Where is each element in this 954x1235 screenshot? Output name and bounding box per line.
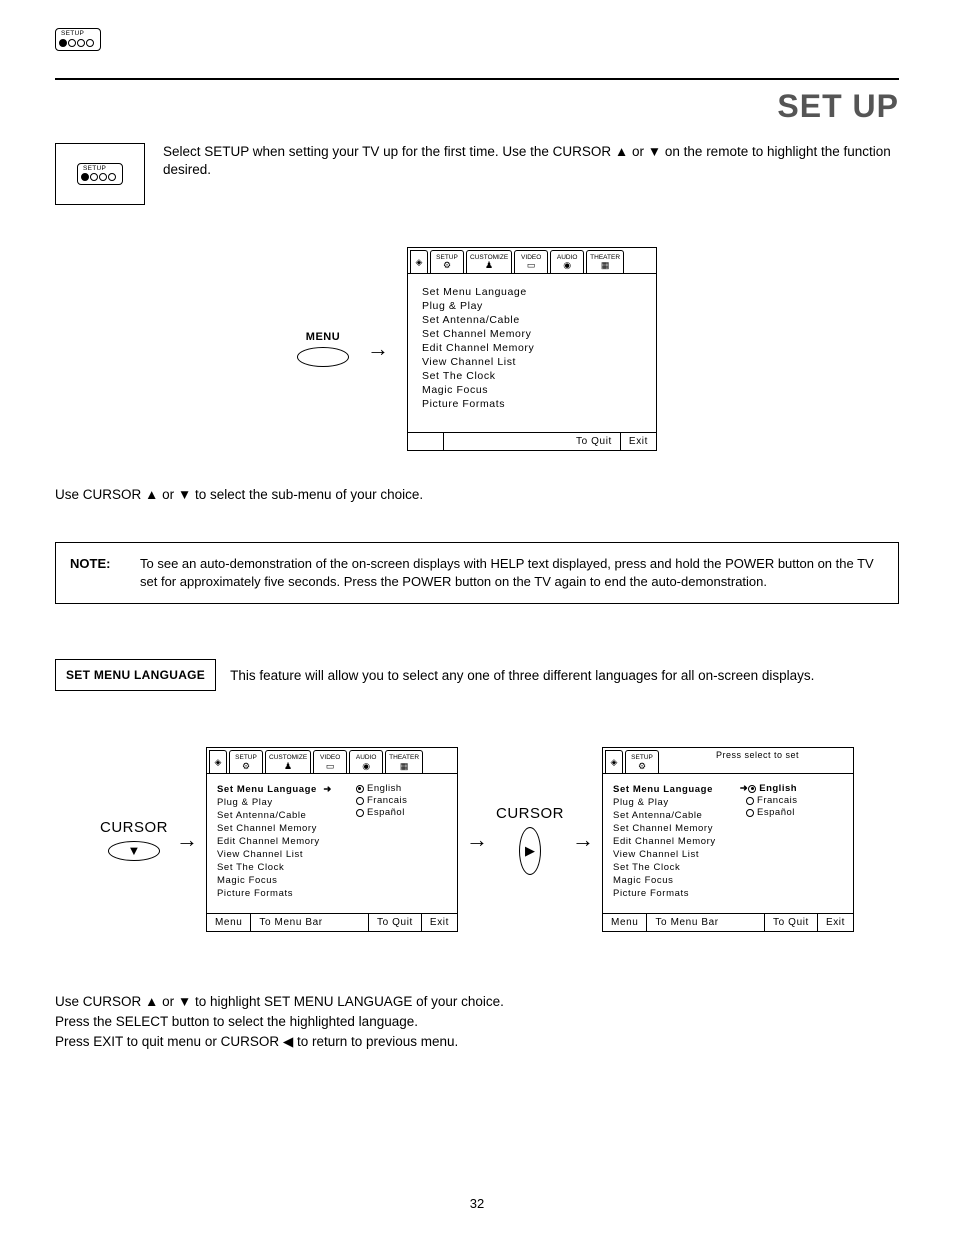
note-label: NOTE: (70, 555, 120, 591)
cursor-down-button: ▼ (108, 841, 160, 861)
section-text: This feature will allow you to select an… (230, 668, 814, 683)
osd-lang-2: ◈ SETUP⚙ Press select to set Set Menu La… (602, 747, 854, 932)
setup-small-icon: SETUP (55, 28, 101, 52)
cursor-right-group: CURSOR ▶ (496, 805, 564, 875)
page-number: 32 (0, 1196, 954, 1211)
final-instructions: Use CURSOR ▲ or ▼ to highlight SET MENU … (55, 992, 899, 1051)
intro-text: Select SETUP when setting your TV up for… (163, 143, 899, 179)
page-title: SET UP (55, 88, 899, 125)
arrow-right-icon: → (466, 829, 488, 851)
osd-main: ◈ SETUP⚙ CUSTOMIZE♟ VIDEO▭ AUDIO◉ THEATE… (407, 247, 657, 451)
arrow-right-icon: → (367, 338, 389, 360)
osd-lang-1: ◈ SETUP⚙ CUSTOMIZE♟ VIDEO▭ AUDIO◉ THEATE… (206, 747, 458, 932)
sub-instruction: Use CURSOR ▲ or ▼ to select the sub-menu… (55, 487, 899, 502)
cursor-right-button: ▶ (519, 827, 541, 875)
note-text: To see an auto-demonstration of the on-s… (140, 555, 884, 591)
note-box: NOTE: To see an auto-demonstration of th… (55, 542, 899, 604)
setup-icon-boxed: SETUP (55, 143, 145, 205)
menu-label: MENU (306, 331, 340, 343)
arrow-right-icon: → (176, 829, 198, 851)
section-label: SET MENU LANGUAGE (55, 659, 216, 691)
menu-button-group: MENU (297, 331, 349, 367)
menu-button-oval (297, 347, 349, 367)
help-text: Press select to set (716, 751, 799, 761)
arrow-right-icon: → (572, 829, 594, 851)
cursor-down-group: CURSOR ▼ (100, 819, 168, 861)
setup-icon-label: SETUP (61, 31, 97, 38)
